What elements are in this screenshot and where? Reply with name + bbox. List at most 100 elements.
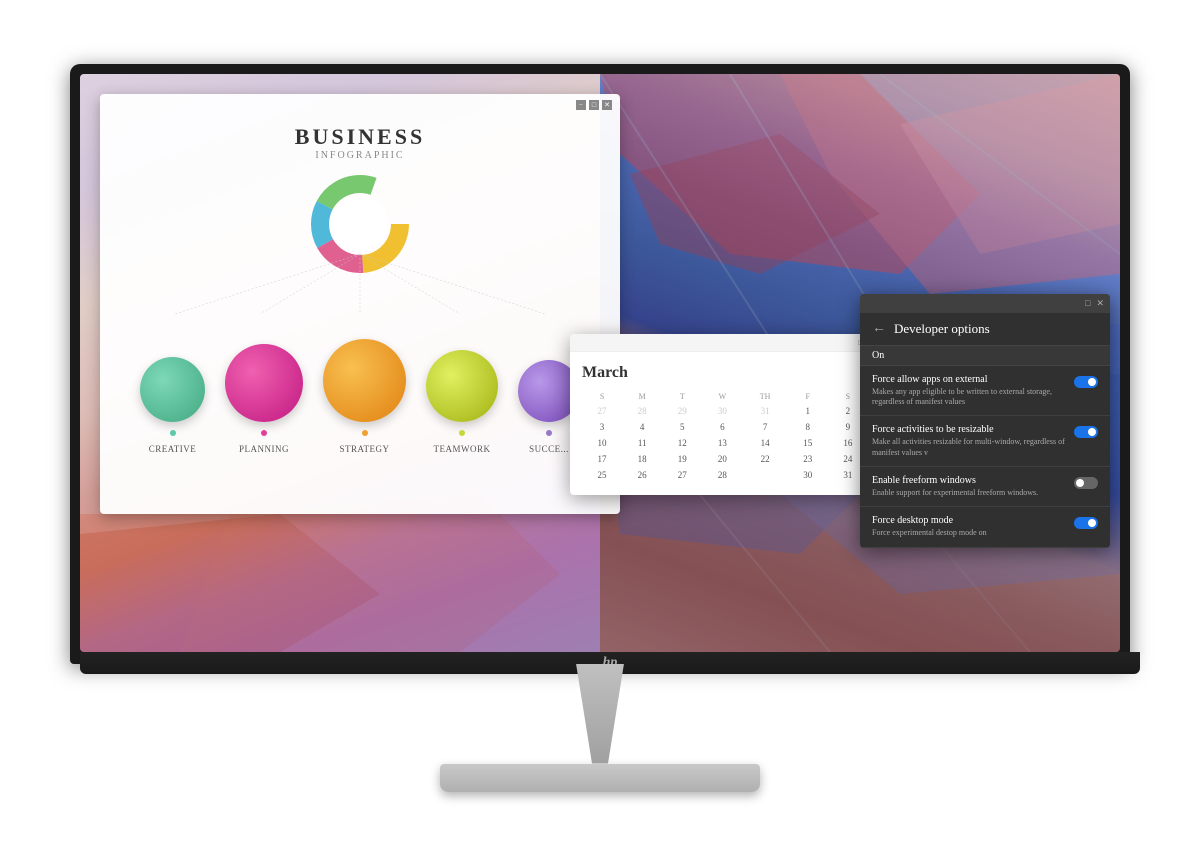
cal-day[interactable]: 3 [582, 419, 622, 435]
dev-setting-resizable-title: Force activities to be resizable [872, 424, 1066, 435]
dev-setting-freeform-title: Enable freeform windows [872, 475, 1066, 486]
cal-day[interactable]: 14 [742, 435, 787, 451]
dev-panel-title: Developer options [894, 321, 990, 337]
circle-planning: PLANNING [225, 344, 303, 454]
calendar-month: March [582, 364, 868, 382]
dev-back-button[interactable]: ← [872, 321, 886, 337]
cal-day[interactable]: 12 [662, 435, 702, 451]
cal-day[interactable]: 30 [788, 467, 828, 483]
cal-day[interactable]: 25 [582, 467, 622, 483]
dev-toggle-desktop[interactable] [1074, 517, 1098, 529]
cal-day[interactable]: 5 [662, 419, 702, 435]
cal-day[interactable]: 8 [788, 419, 828, 435]
dev-setting-resizable-text: Force activities to be resizable Make al… [872, 424, 1066, 458]
cal-day[interactable]: 27 [662, 467, 702, 483]
cal-day[interactable]: 31 [742, 403, 787, 419]
table-row: 27 28 29 30 31 1 2 [582, 403, 868, 419]
cal-day[interactable]: 26 [622, 467, 662, 483]
dot-success [546, 430, 552, 436]
cal-day[interactable]: 17 [582, 451, 622, 467]
calendar-panel: □ ✕ March S M T W TH F [570, 334, 880, 495]
cal-day[interactable]: 22 [742, 451, 787, 467]
label-success: SUCCE... [529, 444, 569, 454]
business-title: BUSINESS [120, 124, 600, 150]
dev-setting-freeform-desc: Enable support for experimental freeform… [872, 488, 1066, 498]
day-header-f: F [788, 390, 828, 403]
cal-day[interactable]: 11 [622, 435, 662, 451]
table-row: 10 11 12 13 14 15 16 [582, 435, 868, 451]
cal-day[interactable] [742, 467, 787, 483]
dev-toggle-resizable[interactable] [1074, 426, 1098, 438]
dev-top-bar: ← Developer options [860, 313, 1110, 346]
dev-setting-resizable-desc: Make all activities resizable for multi-… [872, 437, 1066, 458]
dev-setting-freeform: Enable freeform windows Enable support f… [860, 467, 1110, 507]
label-planning: PLANNING [239, 444, 289, 454]
cal-day[interactable]: 13 [702, 435, 742, 451]
dev-toggle-freeform[interactable] [1074, 477, 1098, 489]
minimize-button[interactable]: − [576, 100, 586, 110]
dev-setting-desktop-desc: Force experimental destop mode on [872, 528, 1066, 538]
dev-setting-desktop-text: Force desktop mode Force experimental de… [872, 515, 1066, 538]
label-creative: CREATIVE [149, 444, 197, 454]
table-row: 3 4 5 6 7 8 9 [582, 419, 868, 435]
cal-day[interactable]: 28 [622, 403, 662, 419]
circles-row: CREATIVE PLANNING STRATEGY [120, 339, 600, 454]
day-header-m: M [622, 390, 662, 403]
cal-day[interactable]: 23 [788, 451, 828, 467]
monitor: − □ ✕ BUSINESS INFOGRAPHIC [50, 64, 1150, 792]
dev-toggle-external[interactable] [1074, 376, 1098, 388]
dev-status: On [860, 346, 1110, 366]
dot-planning [261, 430, 267, 436]
monitor-stand-neck [560, 664, 640, 764]
dev-header-bar: □ ✕ [860, 294, 1110, 313]
donut-chart-container [120, 169, 600, 279]
circle-creative-ball [140, 357, 205, 422]
calendar-header-bar: □ ✕ [570, 334, 880, 352]
dot-strategy [362, 430, 368, 436]
label-strategy: STRATEGY [339, 444, 389, 454]
window-controls[interactable]: − □ ✕ [576, 100, 612, 110]
infographic-subtitle: INFOGRAPHIC [120, 150, 600, 161]
circle-planning-ball [225, 344, 303, 422]
dev-setting-desktop-title: Force desktop mode [872, 515, 1066, 526]
dev-maximize-button[interactable]: □ [1085, 298, 1090, 309]
calendar-grid: S M T W TH F S 27 [582, 390, 868, 483]
cal-day[interactable]: 1 [788, 403, 828, 419]
donut-chart [305, 169, 415, 279]
dev-setting-freeform-text: Enable freeform windows Enable support f… [872, 475, 1066, 498]
monitor-stand-base [440, 764, 760, 792]
dot-creative [170, 430, 176, 436]
cal-day[interactable]: 7 [742, 419, 787, 435]
infographic-title: BUSINESS INFOGRAPHIC [120, 124, 600, 161]
close-button[interactable]: ✕ [602, 100, 612, 110]
cal-day[interactable]: 6 [702, 419, 742, 435]
cal-day[interactable]: 15 [788, 435, 828, 451]
day-header-w: W [702, 390, 742, 403]
dot-teamwork [459, 430, 465, 436]
cal-day[interactable]: 20 [702, 451, 742, 467]
dev-close-button[interactable]: ✕ [1096, 298, 1104, 309]
day-header-t: T [662, 390, 702, 403]
day-header-th: TH [742, 390, 787, 403]
dev-setting-external: Force allow apps on external Makes any a… [860, 366, 1110, 417]
maximize-button[interactable]: □ [589, 100, 599, 110]
cal-day[interactable]: 29 [662, 403, 702, 419]
circle-strategy: STRATEGY [323, 339, 406, 454]
cal-day[interactable]: 27 [582, 403, 622, 419]
cal-day[interactable]: 28 [702, 467, 742, 483]
circle-creative: CREATIVE [140, 357, 205, 454]
monitor-screen: − □ ✕ BUSINESS INFOGRAPHIC [80, 74, 1120, 652]
infographic-panel: − □ ✕ BUSINESS INFOGRAPHIC [100, 94, 620, 514]
circle-teamwork: TEAMWORK [426, 350, 498, 454]
cal-day[interactable]: 4 [622, 419, 662, 435]
calendar-body: March S M T W TH F S [570, 352, 880, 495]
cal-day[interactable]: 10 [582, 435, 622, 451]
cal-day[interactable]: 19 [662, 451, 702, 467]
dev-setting-desktop: Force desktop mode Force experimental de… [860, 507, 1110, 547]
cal-day[interactable]: 18 [622, 451, 662, 467]
dev-setting-external-desc: Makes any app eligible to be written to … [872, 387, 1066, 408]
circle-teamwork-ball [426, 350, 498, 422]
developer-options-panel: □ ✕ ← Developer options On Force allow a… [860, 294, 1110, 548]
monitor-frame: − □ ✕ BUSINESS INFOGRAPHIC [70, 64, 1130, 664]
cal-day[interactable]: 30 [702, 403, 742, 419]
